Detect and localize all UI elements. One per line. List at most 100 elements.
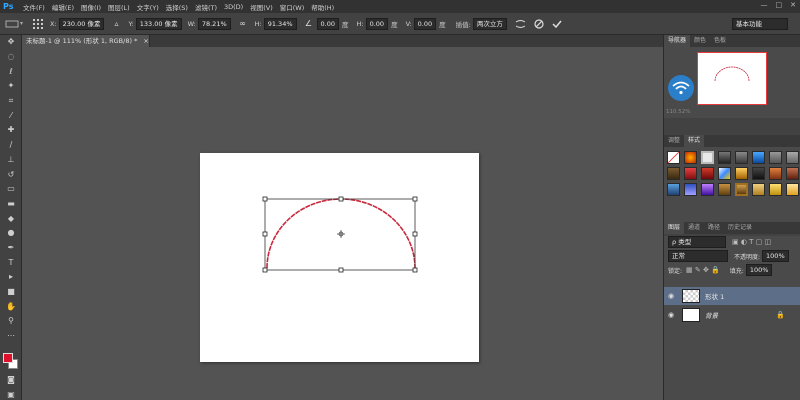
tab-layers[interactable]: 图层	[664, 222, 685, 234]
layer-item-shape[interactable]: ◉ 形状 1	[664, 287, 800, 305]
crop-tool-icon[interactable]: ⌗	[0, 94, 22, 109]
style-swatch[interactable]	[667, 151, 680, 164]
style-swatch[interactable]	[718, 167, 731, 180]
zoom-tool-icon[interactable]: ⚲	[0, 314, 22, 329]
dodge-tool-icon[interactable]: ●	[0, 226, 22, 241]
tab-styles[interactable]: 样式	[684, 135, 705, 147]
fill-input[interactable]: 100%	[745, 264, 773, 276]
hskew-input[interactable]: 0.00	[365, 17, 389, 30]
lock-icons[interactable]: ▦ ✎ ✥ 🔒	[686, 266, 720, 274]
close-tab-icon[interactable]: ×	[143, 37, 148, 45]
menu-file[interactable]: 文件(F)	[23, 2, 45, 12]
brush-tool-icon[interactable]: ∕	[0, 138, 22, 153]
blend-mode-select[interactable]: 正常	[668, 250, 728, 262]
marquee-tool-icon[interactable]: ◌	[0, 50, 22, 65]
filter-icons[interactable]: ▣ ◐ T ▢ ◫	[732, 238, 771, 246]
interpolation-select[interactable]: 两次立方	[472, 17, 507, 30]
menu-edit[interactable]: 编辑(E)	[52, 2, 74, 12]
cancel-transform-icon[interactable]	[533, 18, 545, 30]
menu-window[interactable]: 窗口(W)	[280, 2, 305, 12]
tool-preset-icon[interactable]	[4, 18, 26, 30]
style-swatch[interactable]	[684, 183, 697, 196]
style-swatch[interactable]	[667, 183, 680, 196]
vskew-input[interactable]: 0.00	[413, 17, 437, 30]
stamp-tool-icon[interactable]: ⊥	[0, 153, 22, 168]
tab-history[interactable]: 历史记录	[724, 222, 756, 234]
style-swatch[interactable]	[752, 167, 765, 180]
close-icon[interactable]: ✕	[790, 1, 796, 9]
style-swatch[interactable]	[786, 151, 799, 164]
style-swatch[interactable]	[701, 151, 714, 164]
style-swatch[interactable]	[718, 183, 731, 196]
link-icon[interactable]: ∞	[237, 18, 249, 30]
shape-layer[interactable]	[200, 153, 479, 362]
style-swatch[interactable]	[718, 151, 731, 164]
tab-swatches[interactable]: 色板	[710, 35, 730, 47]
h-input[interactable]: 91.34%	[263, 17, 297, 30]
navigator-zoom[interactable]: 110.52%	[666, 109, 690, 115]
menu-view[interactable]: 视图(V)	[250, 2, 273, 12]
workspace-select[interactable]: 基本功能	[732, 18, 788, 30]
type-tool-icon[interactable]: T	[0, 255, 22, 270]
eye-icon[interactable]: ◉	[664, 311, 678, 319]
tab-adjustments[interactable]: 调整	[664, 135, 684, 147]
layer-item-background[interactable]: ◉ 背景 🔒	[664, 306, 800, 324]
pen-tool-icon[interactable]: ✒	[0, 241, 22, 256]
style-swatch[interactable]	[769, 151, 782, 164]
eye-icon[interactable]: ◉	[664, 292, 678, 300]
style-swatch[interactable]	[786, 167, 799, 180]
tab-channels[interactable]: 通道	[684, 222, 704, 234]
eraser-tool-icon[interactable]: ▭	[0, 182, 22, 197]
menu-3d[interactable]: 3D(D)	[224, 3, 243, 11]
style-swatch[interactable]	[735, 151, 748, 164]
menu-layer[interactable]: 图层(L)	[108, 2, 130, 12]
x-input[interactable]: 230.00 像素	[58, 17, 105, 30]
tab-navigator[interactable]: 导航器	[664, 35, 691, 47]
commit-transform-icon[interactable]	[551, 18, 563, 30]
style-swatch[interactable]	[684, 167, 697, 180]
menu-select[interactable]: 选择(S)	[166, 2, 188, 12]
magic-wand-tool-icon[interactable]: ✦	[0, 79, 22, 94]
minimize-icon[interactable]: —	[761, 1, 768, 9]
style-swatch[interactable]	[701, 183, 714, 196]
eyedropper-tool-icon[interactable]: ⁄	[0, 108, 22, 123]
opacity-input[interactable]: 100%	[762, 250, 789, 262]
style-swatch[interactable]	[735, 183, 748, 196]
menu-filter[interactable]: 滤镜(T)	[195, 2, 217, 12]
layer-filter-select[interactable]: ρ 类型	[668, 236, 726, 248]
maximize-icon[interactable]: □	[776, 1, 783, 9]
gradient-tool-icon[interactable]: ▬	[0, 197, 22, 212]
tab-color[interactable]: 颜色	[690, 35, 710, 47]
style-swatch[interactable]	[769, 167, 782, 180]
color-swatch[interactable]	[3, 353, 19, 369]
style-swatch[interactable]	[701, 167, 714, 180]
move-tool-icon[interactable]: ✥	[0, 35, 22, 50]
more-tools-icon[interactable]: ⋯	[0, 329, 22, 344]
hand-tool-icon[interactable]: ✋	[0, 299, 22, 314]
delta-icon[interactable]: ▵	[110, 18, 122, 30]
warp-icon[interactable]	[515, 18, 527, 30]
angle-input[interactable]: 0.00	[316, 17, 339, 30]
shape-tool-icon[interactable]: ■	[0, 285, 22, 300]
document-tab[interactable]: 未标题-1 @ 111% (形状 1, RGB/8) * ×	[22, 35, 150, 47]
healing-brush-tool-icon[interactable]: ✚	[0, 123, 22, 138]
history-brush-tool-icon[interactable]: ↺	[0, 167, 22, 182]
style-swatch[interactable]	[752, 183, 765, 196]
blur-tool-icon[interactable]: ◆	[0, 211, 22, 226]
lasso-tool-icon[interactable]: ℓ	[0, 64, 22, 79]
w-input[interactable]: 78.21%	[197, 17, 231, 30]
foreground-color[interactable]	[3, 353, 13, 363]
style-swatch[interactable]	[752, 151, 765, 164]
path-select-tool-icon[interactable]: ▸	[0, 270, 22, 285]
quick-mask-icon[interactable]: ◙	[0, 373, 22, 388]
style-swatch[interactable]	[735, 167, 748, 180]
reference-point-icon[interactable]	[32, 18, 44, 30]
style-swatch[interactable]	[786, 183, 799, 196]
menu-type[interactable]: 文字(Y)	[137, 2, 159, 12]
style-swatch[interactable]	[667, 167, 680, 180]
navigator-thumbnail[interactable]	[697, 52, 767, 105]
tab-paths[interactable]: 路径	[704, 222, 724, 234]
y-input[interactable]: 133.00 像素	[135, 17, 182, 30]
menu-help[interactable]: 帮助(H)	[311, 2, 334, 12]
style-swatch[interactable]	[769, 183, 782, 196]
